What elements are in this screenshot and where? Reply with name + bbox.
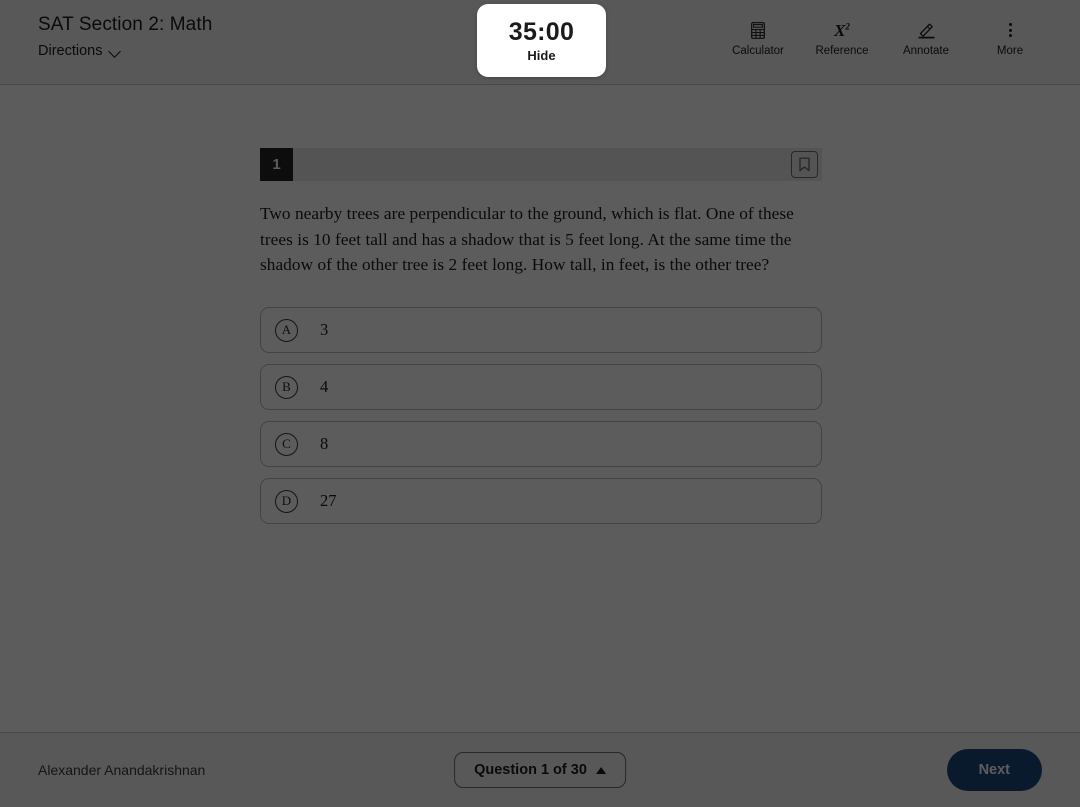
timer-card[interactable]: 35:00 Hide — [477, 4, 606, 77]
modal-dim-overlay[interactable] — [0, 0, 1080, 807]
timer-hide-button[interactable]: Hide — [527, 49, 555, 62]
timer-value: 35:00 — [508, 18, 575, 47]
